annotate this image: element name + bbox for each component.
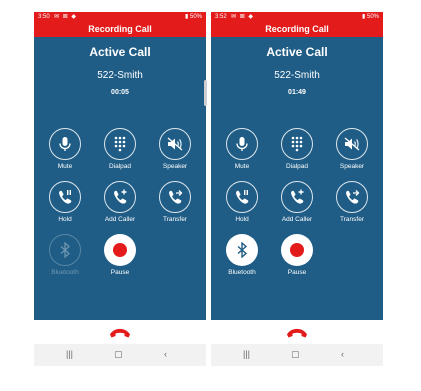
end-call-area: [34, 320, 206, 344]
add-caller-label: Add Caller: [281, 216, 313, 223]
hold-button[interactable]: Hold: [40, 181, 90, 223]
call-screen-left: 3:50 ✉ ⊠ ◆ ▮ 50% Recording Call Active C…: [34, 12, 206, 366]
call-screen-right: 3:52 ✉ ⊠ ◆ ▮ 50% Recording Call Active C…: [211, 12, 383, 366]
callee-name: 522-Smith: [274, 70, 320, 81]
bluetooth-icon: [226, 234, 258, 266]
edge-panel-handle[interactable]: [204, 80, 207, 106]
status-time: 3:52: [215, 14, 227, 20]
call-timer: 00:05: [111, 89, 129, 96]
microphone-icon: [49, 128, 81, 160]
end-call-icon[interactable]: [286, 325, 308, 343]
end-call-icon[interactable]: [109, 325, 131, 343]
home-icon[interactable]: ▢: [291, 349, 300, 360]
pause-label: Pause: [287, 269, 307, 276]
system-nav-bar: ||| ▢ ‹: [34, 344, 206, 366]
mute-label: Mute: [234, 163, 250, 170]
recording-banner: Recording Call: [211, 22, 383, 37]
battery-status: ▮ 50%: [362, 14, 379, 20]
signal-icon: ▮: [362, 14, 366, 20]
dialpad-icon: [104, 128, 136, 160]
pause-button[interactable]: Pause: [272, 234, 322, 276]
transfer-button[interactable]: Transfer: [327, 181, 377, 223]
hold-label: Hold: [235, 216, 249, 223]
add-caller-button[interactable]: Add Caller: [95, 181, 145, 223]
mute-button[interactable]: Mute: [217, 128, 267, 170]
hold-icon: [226, 181, 258, 213]
system-nav-bar: ||| ▢ ‹: [211, 344, 383, 366]
page-title: Active Call: [266, 45, 328, 59]
hold-button[interactable]: Hold: [217, 181, 267, 223]
page-title: Active Call: [89, 45, 151, 59]
status-bar: 3:50 ✉ ⊠ ◆ ▮ 50%: [34, 12, 206, 22]
add-caller-icon: [104, 181, 136, 213]
recents-icon[interactable]: |||: [66, 349, 73, 359]
speaker-label: Speaker: [339, 163, 365, 170]
record-icon: [281, 234, 313, 266]
record-icon: [104, 234, 136, 266]
bluetooth-button[interactable]: Bluetooth: [40, 234, 90, 276]
battery-status: ▮ 50%: [185, 14, 202, 20]
notification-icons: ✉ ⊠ ◆: [231, 14, 255, 20]
microphone-icon: [226, 128, 258, 160]
transfer-icon: [159, 181, 191, 213]
dialpad-button[interactable]: Dialpad: [95, 128, 145, 170]
speaker-muted-icon: [159, 128, 191, 160]
hold-icon: [49, 181, 81, 213]
mute-button[interactable]: Mute: [40, 128, 90, 170]
notification-icons: ✉ ⊠ ◆: [54, 14, 78, 20]
call-timer: 01:49: [288, 89, 306, 96]
callee-name: 522-Smith: [97, 70, 143, 81]
pause-button[interactable]: Pause: [95, 234, 145, 276]
status-time: 3:50: [38, 14, 50, 20]
home-icon[interactable]: ▢: [114, 349, 123, 360]
status-bar: 3:52 ✉ ⊠ ◆ ▮ 50%: [211, 12, 383, 22]
bluetooth-icon: [49, 234, 81, 266]
back-icon[interactable]: ‹: [164, 349, 167, 359]
dialpad-button[interactable]: Dialpad: [272, 128, 322, 170]
mute-label: Mute: [57, 163, 73, 170]
bluetooth-button[interactable]: Bluetooth: [217, 234, 267, 276]
recording-banner: Recording Call: [34, 22, 206, 37]
hold-label: Hold: [58, 216, 72, 223]
transfer-icon: [336, 181, 368, 213]
speaker-label: Speaker: [162, 163, 188, 170]
add-caller-label: Add Caller: [104, 216, 136, 223]
transfer-button[interactable]: Transfer: [150, 181, 200, 223]
pause-label: Pause: [110, 269, 130, 276]
back-icon[interactable]: ‹: [341, 349, 344, 359]
bluetooth-label: Bluetooth: [228, 269, 256, 276]
transfer-label: Transfer: [163, 216, 187, 223]
recents-icon[interactable]: |||: [243, 349, 250, 359]
dialpad-icon: [281, 128, 313, 160]
signal-icon: ▮: [185, 14, 189, 20]
speaker-button[interactable]: Speaker: [150, 128, 200, 170]
dialpad-label: Dialpad: [285, 163, 309, 170]
speaker-muted-icon: [336, 128, 368, 160]
add-caller-button[interactable]: Add Caller: [272, 181, 322, 223]
bluetooth-label: Bluetooth: [51, 269, 79, 276]
add-caller-icon: [281, 181, 313, 213]
speaker-button[interactable]: Speaker: [327, 128, 377, 170]
end-call-area: [211, 320, 383, 344]
transfer-label: Transfer: [340, 216, 364, 223]
dialpad-label: Dialpad: [108, 163, 132, 170]
